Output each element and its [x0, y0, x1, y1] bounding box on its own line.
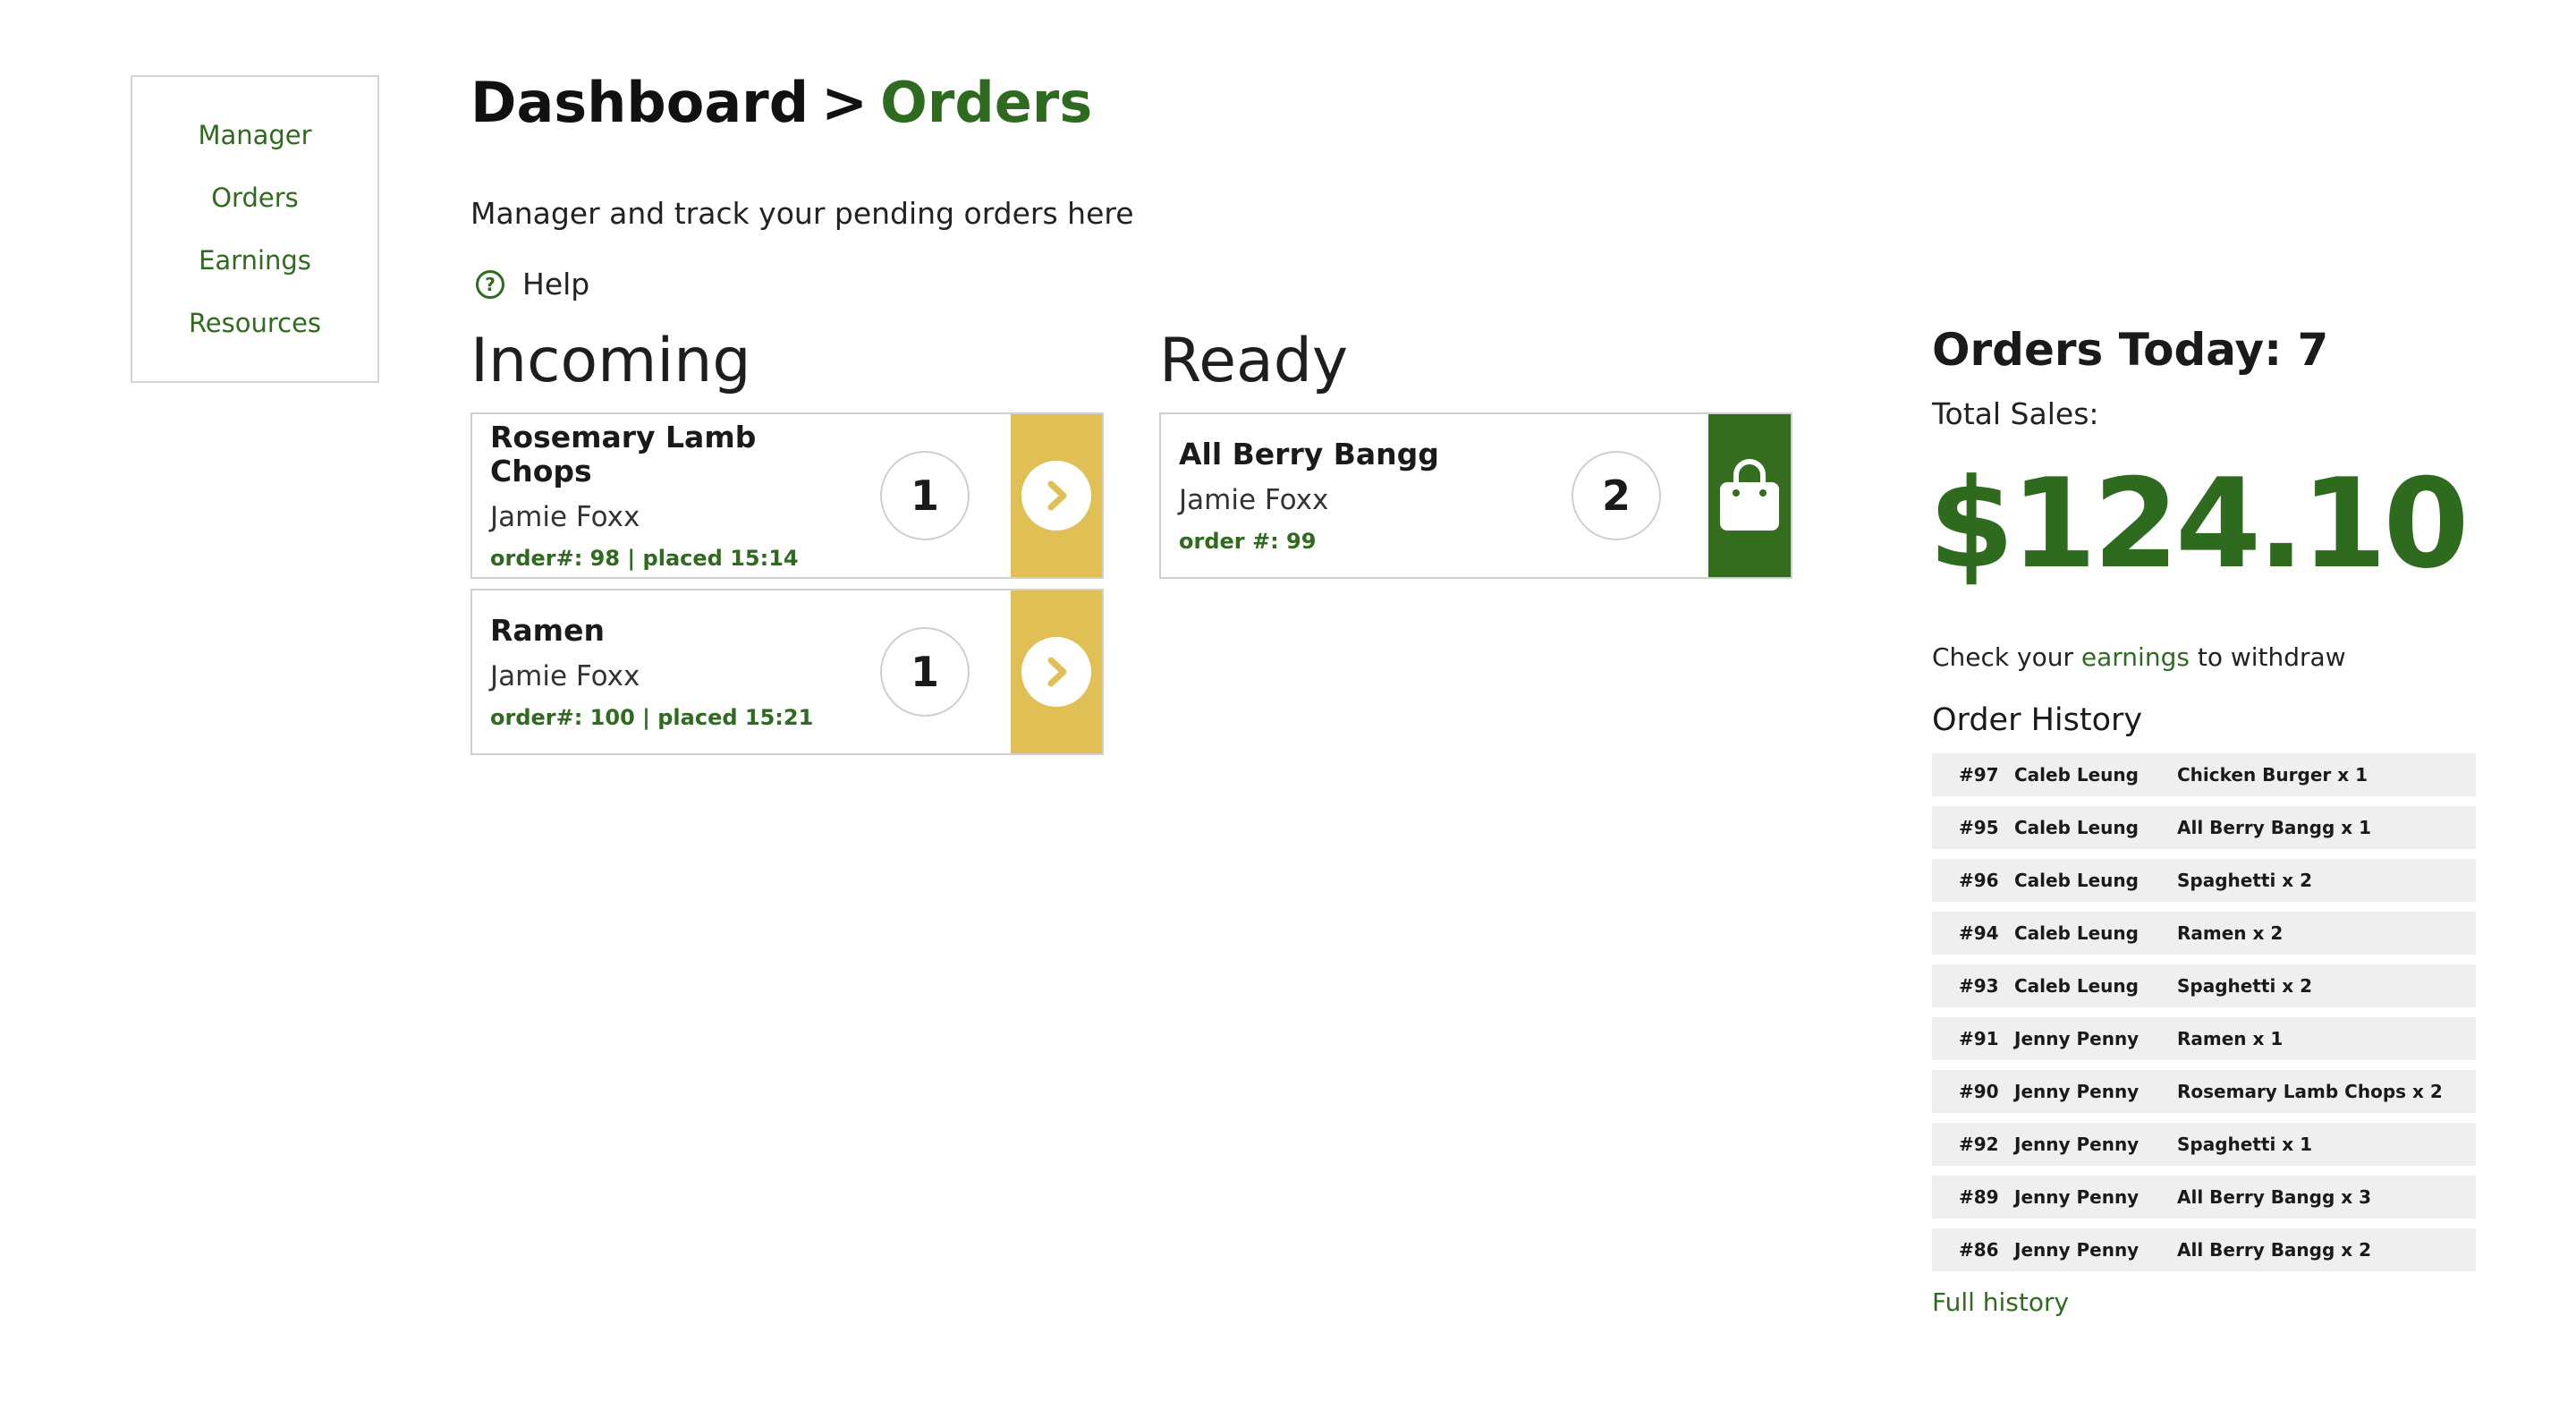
- ready-heading: Ready: [1159, 326, 1349, 396]
- sidebar-nav: Manager Orders Earnings Resources: [131, 75, 379, 383]
- history-item: Ramen x 1: [2177, 1028, 2284, 1049]
- order-dish: All Berry Bangg: [1179, 437, 1439, 471]
- order-customer: Jamie Foxx: [490, 501, 640, 533]
- sidebar-item-resources[interactable]: Resources: [189, 308, 321, 338]
- history-row[interactable]: #92 Jenny Penny Spaghetti x 1: [1932, 1123, 2476, 1166]
- history-customer: Jenny Penny: [2014, 1186, 2140, 1208]
- history-item: Rosemary Lamb Chops x 2: [2177, 1081, 2443, 1102]
- order-customer: Jamie Foxx: [1179, 484, 1329, 516]
- total-sales-amount: $124.10: [1928, 452, 2470, 596]
- help-link[interactable]: ? Help: [476, 267, 589, 302]
- history-item: All Berry Bangg x 3: [2177, 1186, 2372, 1208]
- history-item: Spaghetti x 1: [2177, 1134, 2313, 1155]
- history-row[interactable]: #95 Caleb Leung All Berry Bangg x 1: [1932, 806, 2476, 849]
- history-order-id: #91: [1959, 1028, 1999, 1049]
- history-order-id: #93: [1959, 975, 1999, 997]
- history-customer: Caleb Leung: [2014, 870, 2139, 891]
- history-row[interactable]: #86 Jenny Penny All Berry Bangg x 2: [1932, 1228, 2476, 1271]
- history-customer: Caleb Leung: [2014, 922, 2139, 944]
- history-item: Spaghetti x 2: [2177, 975, 2313, 997]
- history-item: Chicken Burger x 1: [2177, 764, 2368, 786]
- history-customer: Jenny Penny: [2014, 1028, 2140, 1049]
- help-circle-icon: ?: [476, 269, 504, 299]
- history-customer: Jenny Penny: [2014, 1081, 2140, 1102]
- earnings-note: Check your earnings to withdraw: [1932, 642, 2346, 672]
- breadcrumb-dashboard[interactable]: Dashboard: [470, 70, 809, 135]
- sidebar-item-orders[interactable]: Orders: [211, 183, 299, 213]
- incoming-order-card: Ramen Jamie Foxx order#: 100 | placed 15…: [470, 589, 1104, 755]
- page-title: Dashboard > Orders: [470, 70, 1092, 135]
- full-history-link[interactable]: Full history: [1932, 1287, 2069, 1317]
- history-item: Ramen x 2: [2177, 922, 2284, 944]
- order-history-heading: Order History: [1932, 702, 2143, 738]
- advance-order-button[interactable]: [1011, 590, 1102, 753]
- history-row[interactable]: #89 Jenny Penny All Berry Bangg x 3: [1932, 1176, 2476, 1219]
- breadcrumb-current: Orders: [880, 70, 1093, 135]
- earnings-note-prefix: Check your: [1932, 642, 2073, 672]
- shopping-bag-icon: [1720, 459, 1779, 531]
- advance-order-button[interactable]: [1011, 414, 1102, 577]
- history-customer: Caleb Leung: [2014, 764, 2139, 786]
- history-customer: Caleb Leung: [2014, 817, 2139, 838]
- history-row[interactable]: #96 Caleb Leung Spaghetti x 2: [1932, 859, 2476, 902]
- history-order-id: #96: [1959, 870, 1999, 891]
- sidebar-item-manager[interactable]: Manager: [198, 120, 311, 150]
- orders-today-count: Orders Today: 7: [1932, 324, 2329, 376]
- history-row[interactable]: #94 Caleb Leung Ramen x 2: [1932, 912, 2476, 955]
- breadcrumb-separator: >: [821, 70, 869, 135]
- order-history-list: #97 Caleb Leung Chicken Burger x 1 #95 Cale…: [1932, 753, 2476, 1281]
- history-row[interactable]: #90 Jenny Penny Rosemary Lamb Chops x 2: [1932, 1070, 2476, 1113]
- page-subtitle: Manager and track your pending orders he…: [470, 196, 1134, 231]
- pickup-order-button[interactable]: [1708, 414, 1791, 577]
- help-label: Help: [522, 267, 590, 302]
- total-sales-label: Total Sales:: [1932, 396, 2099, 431]
- order-dish: Rosemary Lamb Chops: [490, 420, 757, 488]
- ready-order-card: All Berry Bangg Jamie Foxx order #: 99 2: [1159, 412, 1792, 579]
- incoming-order-card: Rosemary Lamb Chops Jamie Foxx order#: 9…: [470, 412, 1104, 579]
- history-order-id: #97: [1959, 764, 1999, 786]
- history-customer: Jenny Penny: [2014, 1239, 2140, 1261]
- history-order-id: #90: [1959, 1081, 1999, 1102]
- earnings-link[interactable]: earnings: [2081, 642, 2190, 672]
- order-quantity-badge: 2: [1572, 451, 1661, 540]
- order-meta: order #: 99: [1179, 529, 1317, 554]
- history-order-id: #94: [1959, 922, 1999, 944]
- history-item: All Berry Bangg x 2: [2177, 1239, 2372, 1261]
- order-quantity-badge: 1: [880, 627, 970, 717]
- chevron-right-icon: [1021, 461, 1091, 531]
- order-meta: order#: 98 | placed 15:14: [490, 546, 799, 571]
- history-order-id: #92: [1959, 1134, 1999, 1155]
- incoming-heading: Incoming: [470, 326, 751, 396]
- earnings-note-suffix: to withdraw: [2197, 642, 2346, 672]
- history-row[interactable]: #91 Jenny Penny Ramen x 1: [1932, 1017, 2476, 1060]
- order-customer: Jamie Foxx: [490, 660, 640, 692]
- chevron-right-icon: [1021, 637, 1091, 707]
- history-order-id: #95: [1959, 817, 1999, 838]
- order-quantity-badge: 1: [880, 451, 970, 540]
- order-dish: Ramen: [490, 613, 605, 648]
- order-meta: order#: 100 | placed 15:21: [490, 705, 814, 730]
- history-order-id: #86: [1959, 1239, 1999, 1261]
- history-customer: Caleb Leung: [2014, 975, 2139, 997]
- sidebar-item-earnings[interactable]: Earnings: [199, 245, 311, 276]
- history-customer: Jenny Penny: [2014, 1134, 2140, 1155]
- history-row[interactable]: #97 Caleb Leung Chicken Burger x 1: [1932, 753, 2476, 796]
- history-order-id: #89: [1959, 1186, 1999, 1208]
- history-item: All Berry Bangg x 1: [2177, 817, 2372, 838]
- history-row[interactable]: #93 Caleb Leung Spaghetti x 2: [1932, 964, 2476, 1007]
- history-item: Spaghetti x 2: [2177, 870, 2313, 891]
